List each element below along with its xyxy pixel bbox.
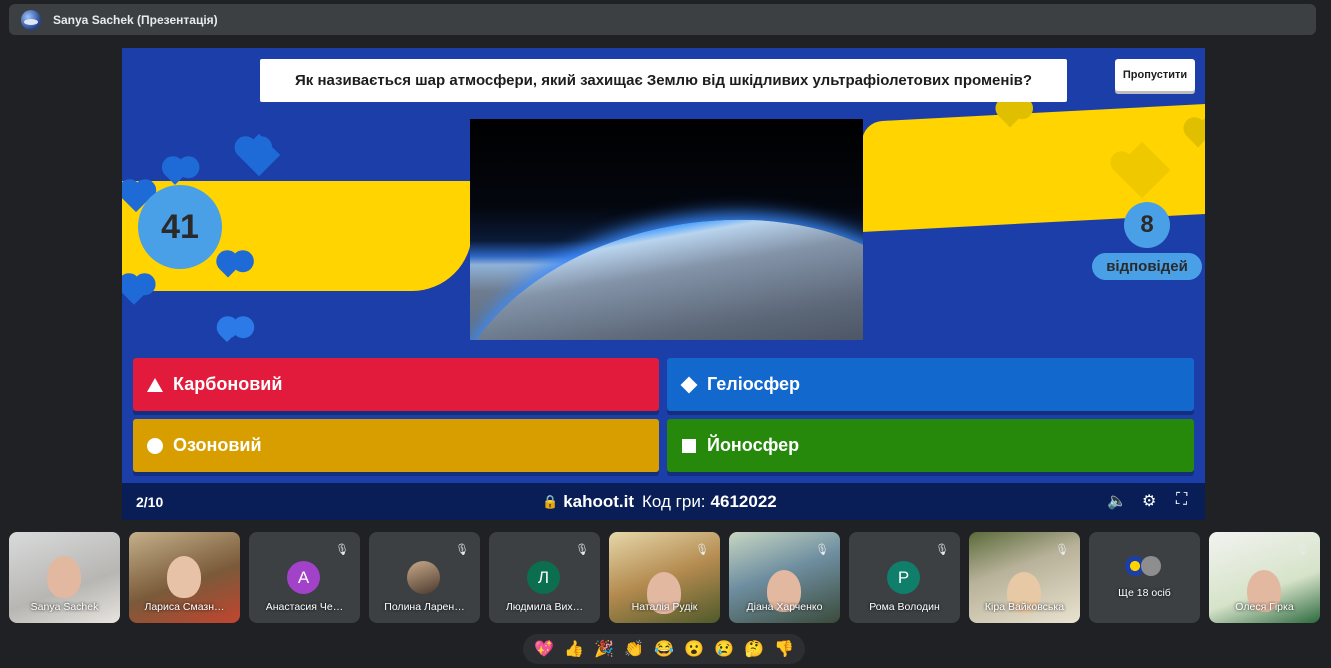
earth-horizon	[470, 180, 863, 340]
participant-tile[interactable]: 🎙 Кіра Вайковська	[969, 532, 1080, 623]
reaction-thinking[interactable]: 🤔	[744, 639, 764, 659]
answer-label: Геліосфер	[707, 374, 801, 394]
heart-decoration	[219, 327, 235, 343]
question-progress: 2/10	[136, 493, 164, 510]
answer-label: Йоносфер	[707, 435, 800, 455]
reaction-laugh[interactable]: 😂	[654, 639, 674, 659]
participant-name: Людмила Вих…	[505, 601, 584, 613]
mic-off-icon: 🎙	[1055, 543, 1069, 556]
presenter-avatar	[21, 9, 41, 30]
participant-name: Sanya Sachek	[30, 601, 99, 613]
participant-name: Кіра Вайковська	[984, 601, 1065, 613]
reaction-surprised[interactable]: 😮	[684, 639, 704, 659]
reaction-thumbs-down[interactable]: 👎	[774, 639, 794, 659]
diamond-icon	[680, 376, 698, 393]
participant-tile[interactable]: 🎙 Л Людмила Вих…	[489, 532, 600, 623]
participant-name: Рома Володин	[869, 601, 940, 613]
reaction-thumbs-up[interactable]: 👍	[564, 639, 584, 659]
countdown-timer: 41	[138, 185, 222, 269]
participant-name: Наталія Рудік	[631, 601, 698, 613]
participant-tile[interactable]: 🎙 Олеся Гірка	[1209, 532, 1320, 623]
mic-off-icon: 🎙	[455, 543, 469, 556]
skip-button[interactable]: Пропустити	[1115, 59, 1195, 91]
participant-video	[167, 556, 201, 598]
mic-off-icon: 🎙	[575, 543, 589, 556]
reaction-clap[interactable]: 👏	[624, 639, 644, 659]
participant-avatar: А	[287, 561, 320, 594]
participant-name: Анастасия Че…	[265, 601, 344, 613]
more-participants-label: Ще 18 осіб	[1118, 587, 1171, 599]
fullscreen-icon[interactable]: ⛶	[1176, 491, 1187, 509]
participant-tile[interactable]: 🎙 А Анастасия Че…	[249, 532, 360, 623]
game-pin-info: 🔒 kahoot.it Код гри: 4612022	[542, 492, 777, 512]
participant-name: Лариса Смазн…	[144, 601, 225, 613]
mic-off-icon: 🎙	[935, 543, 949, 556]
answer-label: Карбоновий	[173, 374, 283, 394]
volume-icon[interactable]: 🔈	[1107, 491, 1127, 511]
participant-tile[interactable]: 🎙 Полина Ларен…	[369, 532, 480, 623]
kahoot-presentation: Як називається шар атмосфери, який захищ…	[122, 48, 1205, 520]
participant-tile[interactable]: 🎙 Р Рома Володин	[849, 532, 960, 623]
reaction-heart[interactable]: 💖	[534, 639, 554, 659]
answer-label: Озоновий	[173, 435, 262, 455]
participant-tile[interactable]: Лариса Смазн…	[129, 532, 240, 623]
question-image	[470, 119, 863, 340]
game-pin-label: Код гри:	[642, 491, 706, 511]
presentation-title: Sanya Sachek (Презентація)	[53, 12, 218, 27]
triangle-icon	[147, 377, 163, 393]
kahoot-site: kahoot.it	[563, 491, 635, 511]
game-pin: 4612022	[710, 491, 777, 511]
question-text: Як називається шар атмосфери, який захищ…	[260, 59, 1067, 102]
participant-avatar	[407, 561, 440, 594]
answer-option-4[interactable]: Йоносфер	[667, 419, 1194, 472]
answers-count: 8	[1124, 202, 1170, 248]
participant-name: Полина Ларен…	[384, 601, 465, 613]
more-participants-tile[interactable]: Ще 18 осіб	[1089, 532, 1200, 623]
participant-name: Діана Харченко	[746, 601, 823, 613]
participant-avatars	[1125, 556, 1161, 576]
participant-tile[interactable]: 🎙 Наталія Рудік	[609, 532, 720, 623]
quiz-footer: 2/10 🔒 kahoot.it Код гри: 4612022 🔈 ⚙ ⛶	[122, 483, 1205, 520]
participant-avatar: Л	[527, 561, 560, 594]
answers-label: відповідей	[1092, 253, 1202, 280]
answer-option-2[interactable]: Геліосфер	[667, 358, 1194, 411]
participant-video	[40, 550, 88, 604]
heart-decoration	[122, 279, 147, 305]
reaction-sad[interactable]: 😢	[714, 639, 734, 659]
mic-off-icon: 🎙	[1295, 543, 1309, 556]
reaction-party[interactable]: 🎉	[594, 639, 614, 659]
participant-avatar: Р	[887, 561, 920, 594]
participant-name: Олеся Гірка	[1235, 601, 1294, 613]
answer-option-3[interactable]: Озоновий	[133, 419, 659, 472]
lock-icon: 🔒	[542, 493, 559, 509]
presentation-header: Sanya Sachek (Презентація)	[9, 4, 1316, 35]
reactions-bar: 💖 👍 🎉 👏 😂 😮 😢 🤔 👎	[523, 634, 805, 664]
circle-icon	[147, 437, 163, 454]
mic-off-icon: 🎙	[335, 543, 349, 556]
mic-off-icon: 🎙	[695, 543, 709, 556]
mic-off-icon: 🎙	[815, 543, 829, 556]
answer-option-1[interactable]: Карбоновий	[133, 358, 659, 411]
settings-icon[interactable]: ⚙	[1142, 491, 1156, 511]
square-icon	[681, 438, 697, 454]
participant-tile[interactable]: 🎙 Діана Харченко	[729, 532, 840, 623]
participant-tile[interactable]: Sanya Sachek	[9, 532, 120, 623]
